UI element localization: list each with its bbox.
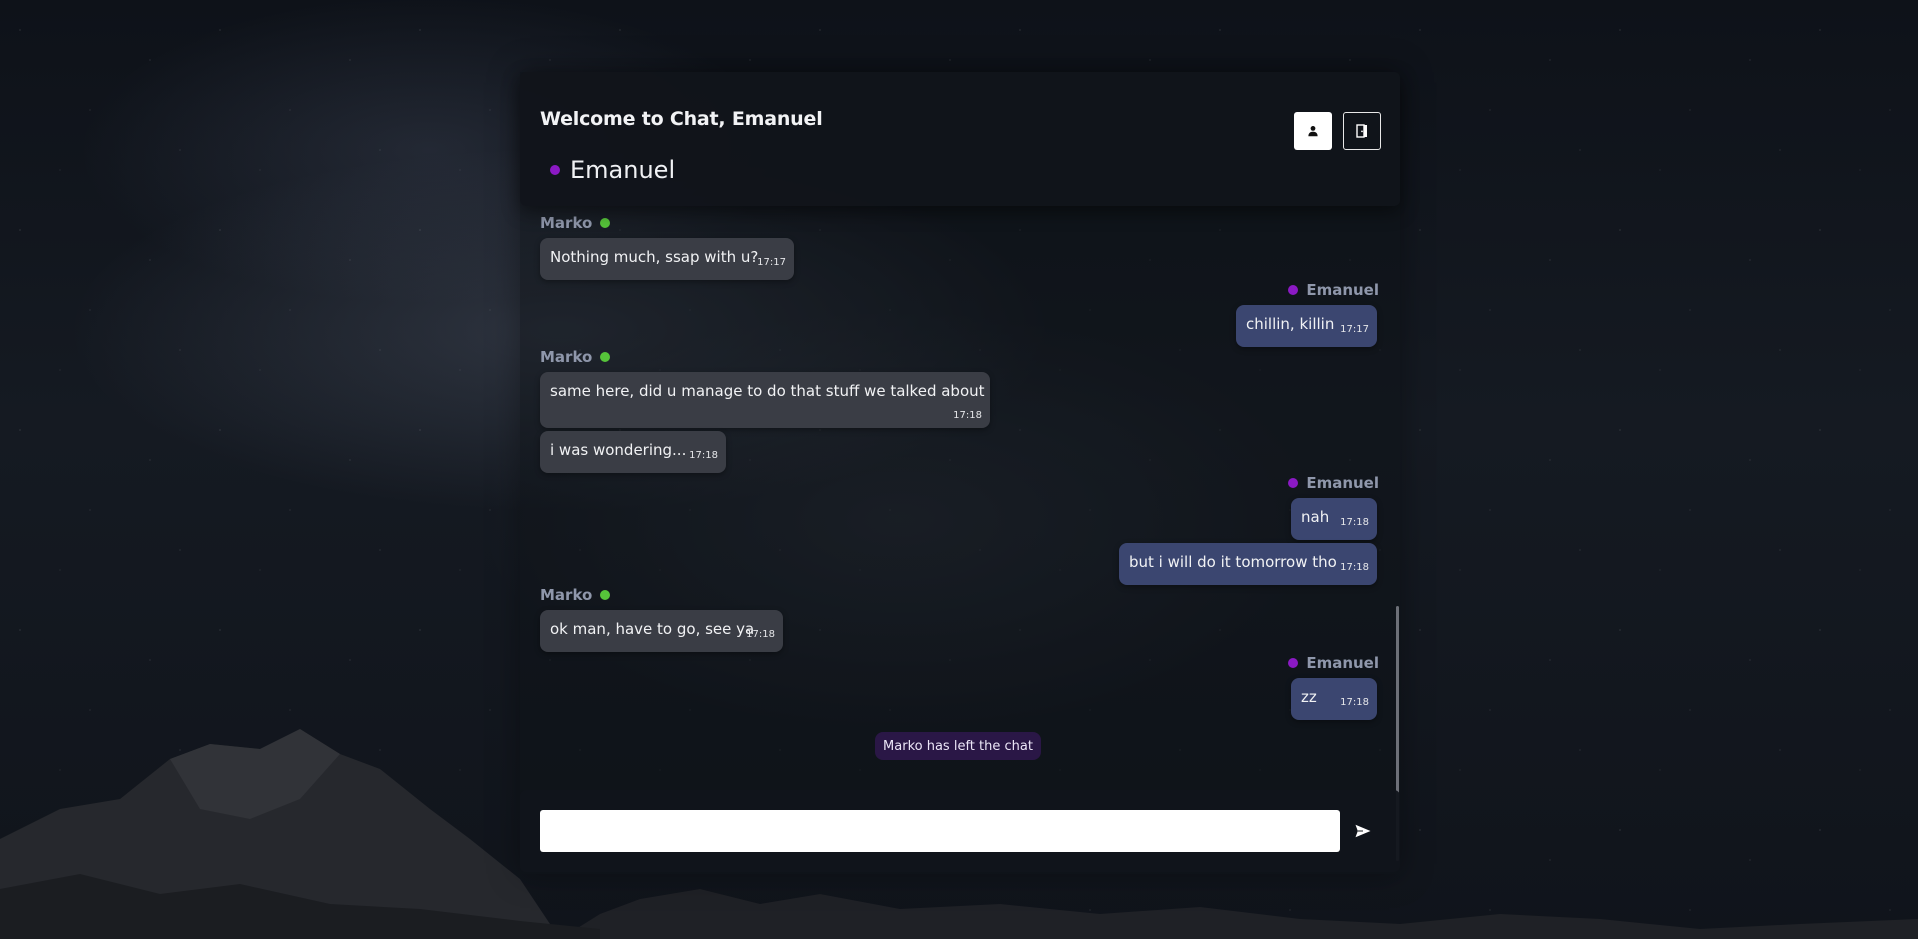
sender-name: Emanuel	[1306, 474, 1379, 492]
logout-icon	[1356, 124, 1367, 138]
message-time: 17:18	[689, 450, 718, 461]
message-time: 17:18	[1340, 562, 1369, 573]
message-input[interactable]	[540, 810, 1340, 852]
message-time: 17:18	[953, 410, 982, 421]
message-sender: Emanuel	[1288, 474, 1379, 492]
sender-name: Emanuel	[1306, 281, 1379, 299]
sender-name: Marko	[540, 586, 593, 604]
message-sender: Marko	[540, 348, 611, 366]
message-text: nah	[1301, 508, 1330, 526]
page-title: Welcome to Chat, Emanuel	[540, 108, 823, 130]
chat-header: Welcome to Chat, Emanuel Emanuel	[520, 72, 1400, 206]
message-text: same here, did u manage to do that stuff…	[550, 382, 985, 400]
message-sender: Emanuel	[1288, 281, 1379, 299]
sender-name: Marko	[540, 214, 593, 232]
message-text: i was wondering...	[550, 441, 687, 459]
message-text: but i will do it tomorrow tho	[1129, 553, 1337, 571]
message-time: 17:17	[757, 257, 786, 268]
message-bubble: ok man, have to go, see ya 17:18	[540, 610, 783, 652]
send-icon	[1355, 824, 1371, 838]
profile-button[interactable]	[1294, 112, 1332, 150]
logout-button[interactable]	[1343, 112, 1381, 150]
message-bubble: i was wondering... 17:18	[540, 431, 726, 473]
message-time: 17:18	[1340, 697, 1369, 708]
send-button[interactable]	[1350, 818, 1376, 844]
self-status-dot	[1288, 285, 1299, 295]
chat-window: Welcome to Chat, Emanuel Emanuel Marko N…	[520, 72, 1400, 874]
self-status-dot	[1288, 478, 1299, 488]
message-text: chillin, killin	[1246, 315, 1335, 333]
message-bubble: chillin, killin 17:17	[1236, 305, 1377, 347]
current-user-name: Emanuel	[570, 156, 676, 184]
message-text: Nothing much, ssap with u?	[550, 248, 759, 266]
message-composer	[520, 790, 1400, 872]
online-status-dot	[600, 590, 611, 600]
message-sender: Marko	[540, 214, 611, 232]
system-notice: Marko has left the chat	[875, 732, 1041, 760]
online-status-dot	[600, 352, 611, 362]
message-bubble: Nothing much, ssap with u? 17:17	[540, 238, 794, 280]
sender-name: Emanuel	[1306, 654, 1379, 672]
message-sender: Marko	[540, 586, 611, 604]
current-user-indicator: Emanuel	[550, 156, 675, 184]
message-bubble: zz 17:18	[1291, 678, 1377, 720]
message-time: 17:17	[1340, 324, 1369, 335]
message-sender: Emanuel	[1288, 654, 1379, 672]
message-text: zz	[1301, 688, 1317, 706]
message-time: 17:18	[1340, 517, 1369, 528]
status-dot	[550, 165, 560, 175]
message-bubble: same here, did u manage to do that stuff…	[540, 372, 990, 428]
messages-area[interactable]: Marko Nothing much, ssap with u? 17:17 E…	[520, 206, 1400, 856]
sender-name: Marko	[540, 348, 593, 366]
self-status-dot	[1288, 658, 1299, 668]
user-icon	[1308, 126, 1318, 137]
message-time: 17:18	[746, 629, 775, 640]
online-status-dot	[600, 218, 611, 228]
message-text: ok man, have to go, see ya	[550, 620, 755, 638]
message-bubble: nah 17:18	[1291, 498, 1377, 540]
message-bubble: but i will do it tomorrow tho 17:18	[1119, 543, 1377, 585]
